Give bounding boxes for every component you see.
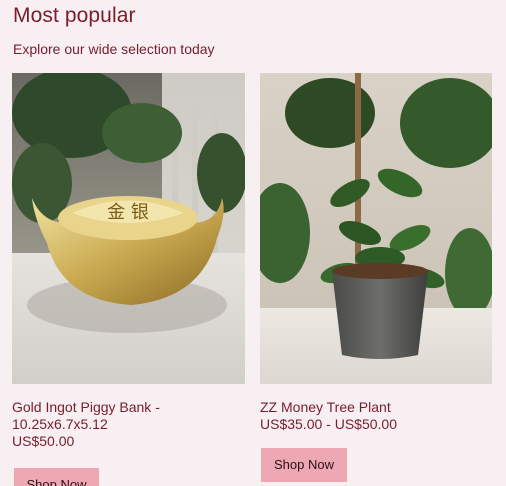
shop-now-button[interactable]: Shop Now [14, 468, 99, 486]
product-card-gold-ingot: 金 银 Gold Ingot Piggy Bank - 10.25x6.7x5.… [12, 73, 245, 486]
product-price: US$35.00 - US$50.00 [260, 416, 397, 432]
product-card-zz-plant: ZZ Money Tree Plant US$35.00 - US$50.00 … [260, 73, 492, 482]
section-title: Most popular [13, 4, 136, 27]
section-subtitle: Explore our wide selection today [13, 41, 215, 57]
product-price: US$50.00 [12, 433, 75, 449]
svg-text:金 银: 金 银 [107, 202, 149, 223]
shop-now-button[interactable]: Shop Now [261, 448, 347, 482]
zz-plant-photo[interactable] [260, 73, 492, 384]
product-name[interactable]: Gold Ingot Piggy Bank - 10.25x6.7x5.12 [12, 399, 245, 433]
most-popular-section: Most popular Explore our wide selection … [0, 0, 506, 486]
gold-ingot-photo[interactable]: 金 银 [12, 73, 245, 384]
product-name[interactable]: ZZ Money Tree Plant [260, 399, 492, 416]
